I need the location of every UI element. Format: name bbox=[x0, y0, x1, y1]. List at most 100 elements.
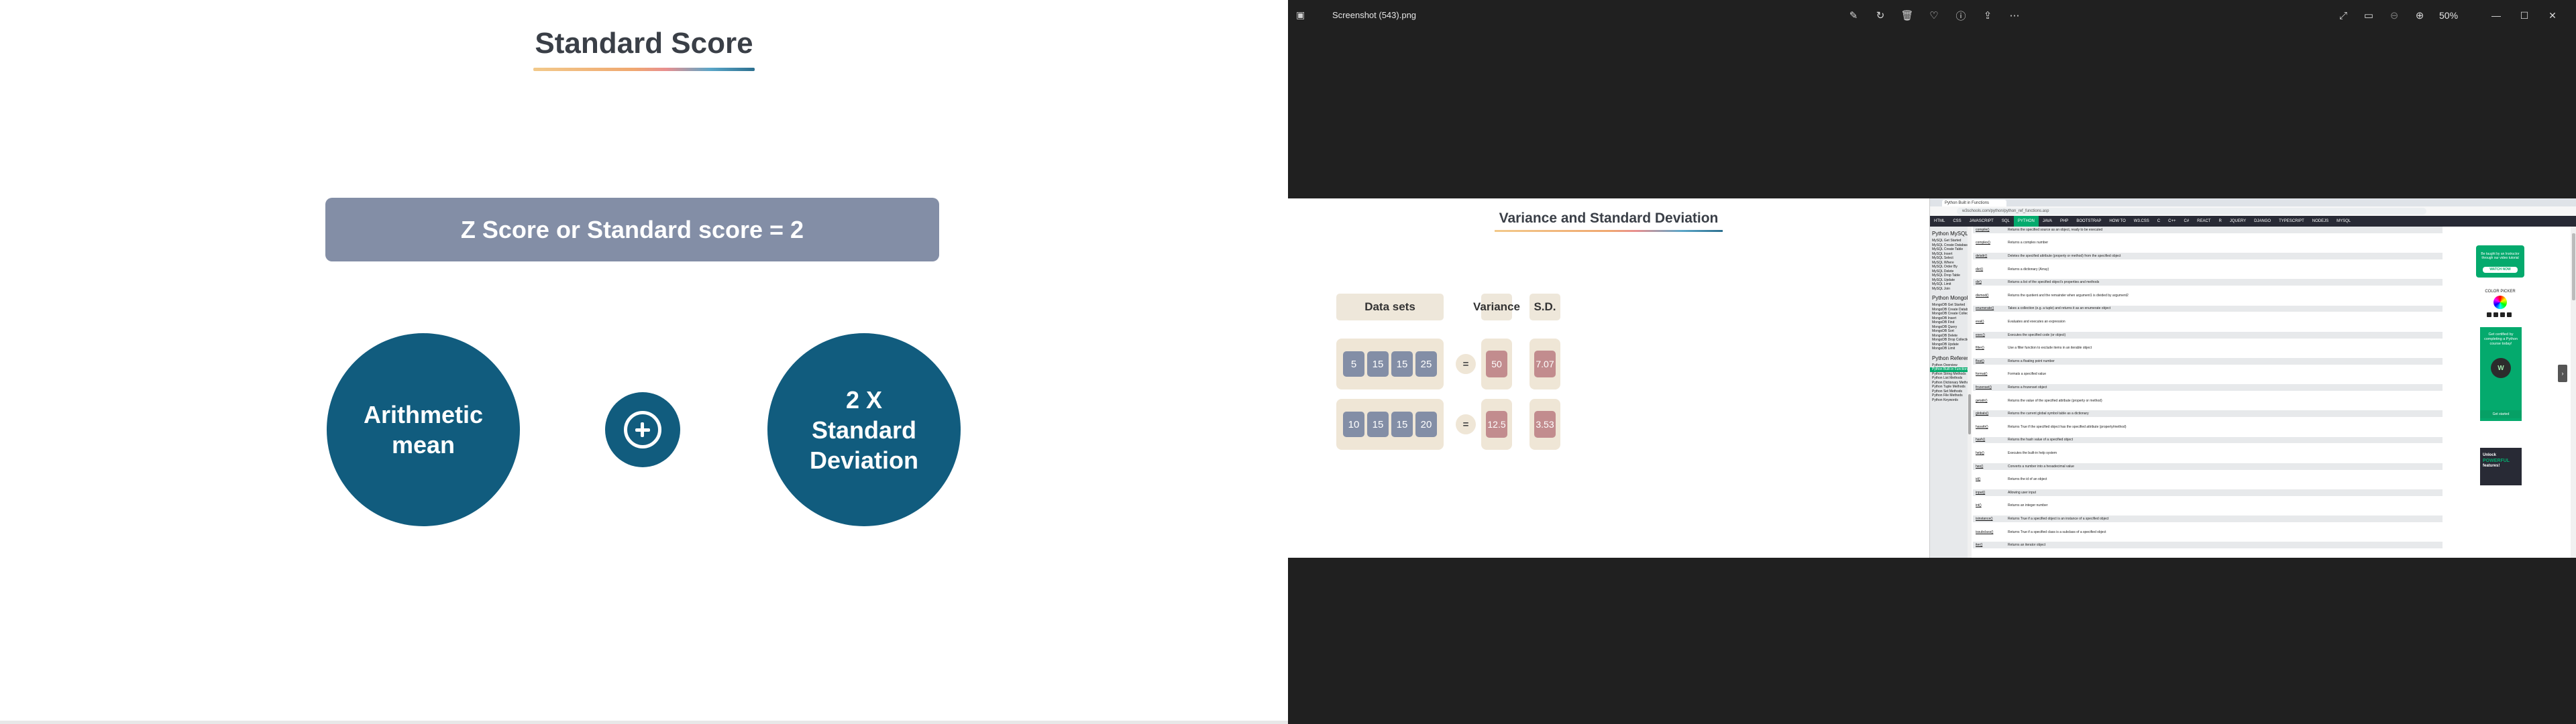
zoom-in-icon[interactable]: ⊕ bbox=[2411, 7, 2428, 24]
nav-item[interactable]: TYPESCRIPT bbox=[2275, 216, 2308, 227]
nav-item[interactable]: C# bbox=[2180, 216, 2193, 227]
inner-title-underline bbox=[1495, 230, 1723, 232]
function-link[interactable]: float() bbox=[1973, 359, 2004, 363]
function-link[interactable]: id() bbox=[1973, 477, 2004, 481]
sidebar-item[interactable]: MongoDB Limit bbox=[1930, 347, 1968, 351]
info-icon[interactable]: ⓘ bbox=[1952, 7, 1970, 24]
function-link[interactable]: frozenset() bbox=[1973, 385, 2004, 389]
nav-item[interactable]: C bbox=[2153, 216, 2164, 227]
scrollbar-thumb[interactable] bbox=[1968, 394, 1971, 434]
function-link[interactable]: dict() bbox=[1973, 267, 2004, 272]
more-icon[interactable]: ⋯ bbox=[2006, 7, 2023, 24]
unlock-ad[interactable]: Unlock POWERFUL features! bbox=[2480, 448, 2522, 485]
color-wheel-icon[interactable] bbox=[2493, 296, 2507, 309]
function-description: Returns True if a specified class is a s… bbox=[2008, 530, 2106, 534]
table-row: frozenset() Returns a frozenset object bbox=[1973, 384, 2443, 391]
nav-item[interactable]: R bbox=[2215, 216, 2226, 227]
edit-icon[interactable]: ✎ bbox=[1845, 7, 1862, 24]
expand-icon[interactable]: ⤢ bbox=[2334, 7, 2352, 24]
close-icon[interactable]: ✕ bbox=[2542, 7, 2563, 24]
get-started-button[interactable]: Get started bbox=[2480, 410, 2522, 418]
zoom-level[interactable]: 50% bbox=[2439, 10, 2458, 21]
video-ad[interactable]: Be taught by an Instructor through our v… bbox=[2476, 245, 2524, 278]
scrollbar-thumb[interactable] bbox=[2572, 233, 2575, 300]
function-link[interactable]: delattr() bbox=[1973, 254, 2004, 258]
function-link[interactable]: hash() bbox=[1973, 438, 2004, 442]
next-arrow-icon[interactable]: › bbox=[2558, 365, 2567, 382]
function-link[interactable]: complex() bbox=[1973, 241, 2004, 245]
instagram-icon[interactable] bbox=[2493, 312, 2498, 317]
zoom-out-icon[interactable]: ⊖ bbox=[2385, 7, 2403, 24]
nav-item[interactable]: DJANGO bbox=[2250, 216, 2275, 227]
nav-item[interactable]: REACT bbox=[2193, 216, 2214, 227]
discord-icon[interactable] bbox=[2507, 312, 2512, 317]
function-link[interactable]: iter() bbox=[1973, 543, 2004, 547]
certification-ad[interactable]: Get certified by completing a Python cou… bbox=[2480, 327, 2522, 421]
function-link[interactable]: divmod() bbox=[1973, 294, 2004, 298]
function-link[interactable]: compile() bbox=[1973, 228, 2004, 232]
nav-item[interactable]: CSS bbox=[1949, 216, 1965, 227]
sidebar-item[interactable]: MySQL Create Table bbox=[1930, 247, 1968, 252]
nav-item[interactable]: NODEJS bbox=[2308, 216, 2332, 227]
nav-item[interactable]: PYTHON bbox=[2013, 216, 2039, 227]
nav-item[interactable]: MYSQL bbox=[2332, 216, 2355, 227]
sidebar-item[interactable]: MongoDB Drop Collection bbox=[1930, 338, 1968, 343]
page-scrollbar[interactable] bbox=[2571, 227, 2576, 558]
sidebar-item[interactable]: MongoDB Get Started bbox=[1930, 303, 1968, 308]
sidebar-item[interactable]: MongoDB Create Collection bbox=[1930, 312, 1968, 316]
nav-item[interactable]: HOW TO bbox=[2105, 216, 2129, 227]
function-link[interactable]: getattr() bbox=[1973, 399, 2004, 403]
function-link[interactable]: isinstance() bbox=[1973, 517, 2004, 521]
share-icon[interactable]: ⇪ bbox=[1979, 7, 1996, 24]
function-link[interactable]: format() bbox=[1973, 372, 2004, 376]
function-link[interactable]: globals() bbox=[1973, 412, 2004, 416]
function-link[interactable]: hasattr() bbox=[1973, 425, 2004, 429]
sidebar-item[interactable]: MySQL Join bbox=[1930, 287, 1968, 292]
function-link[interactable]: input() bbox=[1973, 491, 2004, 495]
inner-slide-title: Variance and Standard Deviation bbox=[1499, 210, 1719, 226]
nav-item[interactable]: HTML bbox=[1930, 216, 1949, 227]
address-bar[interactable]: w3schools.com/python/python_ref_function… bbox=[1957, 208, 2426, 215]
nav-item[interactable]: C++ bbox=[2164, 216, 2180, 227]
ad-line: Unlock bbox=[2483, 453, 2497, 457]
function-link[interactable]: hex() bbox=[1973, 465, 2004, 469]
browser-tab[interactable]: Python Built in Functions bbox=[1942, 200, 2006, 206]
function-link[interactable]: exec() bbox=[1973, 333, 2004, 337]
sidebar-item[interactable]: Python Tuple Methods bbox=[1930, 385, 1968, 389]
table-row: format() Formats a specified value bbox=[1973, 371, 2443, 378]
function-link[interactable]: dir() bbox=[1973, 280, 2004, 284]
sidebar-list: Python MySQL MySQL Get Started MySQL Creat… bbox=[1930, 229, 1968, 402]
table-row: isinstance() Returns True if a specified … bbox=[1973, 516, 2443, 522]
function-link[interactable]: int() bbox=[1973, 503, 2004, 507]
function-link[interactable]: filter() bbox=[1973, 346, 2004, 350]
favorite-icon[interactable]: ♡ bbox=[1925, 7, 1943, 24]
file-icon[interactable]: ▣ bbox=[1296, 9, 1308, 23]
nav-item[interactable]: SQL bbox=[1998, 216, 2014, 227]
fit-icon[interactable]: ▭ bbox=[2360, 7, 2377, 24]
sidebar-heading: Python Reference bbox=[1932, 355, 1968, 361]
facebook-icon[interactable] bbox=[2487, 312, 2491, 317]
nav-item[interactable]: JQUERY bbox=[2226, 216, 2250, 227]
function-link[interactable]: enumerate() bbox=[1973, 306, 2004, 310]
function-description: Returns the id of an object bbox=[2008, 477, 2047, 482]
sidebar-item[interactable]: Python List Methods bbox=[1930, 376, 1968, 381]
maximize-icon[interactable]: ☐ bbox=[2514, 7, 2534, 24]
nav-item[interactable]: JAVA bbox=[2039, 216, 2056, 227]
linkedin-icon[interactable] bbox=[2500, 312, 2505, 317]
nav-item[interactable]: BOOTSTRAP bbox=[2072, 216, 2105, 227]
delete-icon[interactable]: 🗑 bbox=[1898, 7, 1916, 24]
function-link[interactable]: help() bbox=[1973, 451, 2004, 455]
watch-now-button[interactable]: WATCH NOW bbox=[2483, 267, 2518, 273]
function-link[interactable]: eval() bbox=[1973, 320, 2004, 324]
rotate-icon[interactable]: ↻ bbox=[1872, 7, 1889, 24]
nav-item[interactable]: JAVASCRIPT bbox=[1966, 216, 1998, 227]
slide-title: Standard Score bbox=[535, 27, 753, 60]
sidebar-item[interactable]: Python File Methods bbox=[1930, 394, 1968, 398]
sidebar-item[interactable]: Python Built-in Functions bbox=[1930, 367, 1968, 372]
function-link[interactable]: issubclass() bbox=[1973, 530, 2004, 534]
minimize-icon[interactable]: — bbox=[2486, 7, 2506, 24]
sidebar-scrollbar[interactable] bbox=[1968, 227, 1972, 558]
sidebar-item[interactable]: Python Keywords bbox=[1930, 398, 1968, 403]
nav-item[interactable]: PHP bbox=[2056, 216, 2072, 227]
nav-item[interactable]: W3.CSS bbox=[2130, 216, 2153, 227]
